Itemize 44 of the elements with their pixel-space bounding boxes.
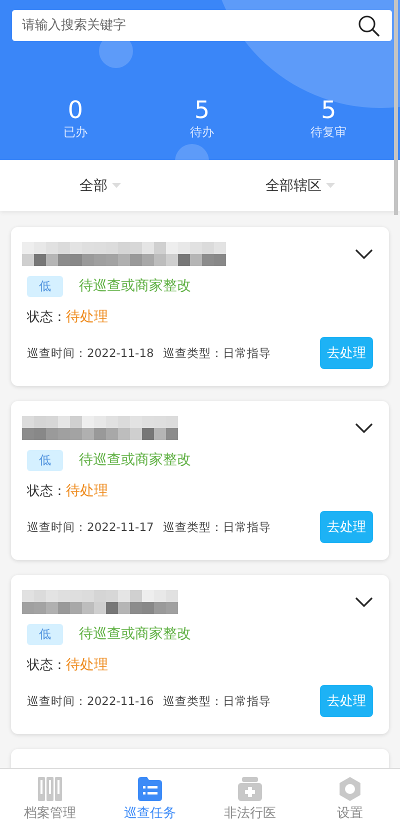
binders-icon bbox=[38, 776, 62, 800]
process-button[interactable]: 去处理 bbox=[320, 337, 373, 369]
tab-item[interactable]: 非法行医 bbox=[200, 769, 300, 829]
stat-label: 待办 bbox=[190, 124, 214, 141]
status-label: 状态： bbox=[27, 657, 66, 674]
status-value: 待处理 bbox=[66, 656, 108, 674]
inspection-time: 巡查时间：2022-11-17 bbox=[27, 520, 154, 534]
settings-icon bbox=[338, 776, 362, 800]
filter-dropdown[interactable]: 全部辖区 bbox=[200, 160, 400, 211]
tab-item[interactable]: 巡查任务 bbox=[100, 769, 200, 829]
priority-tag: 低 bbox=[27, 276, 63, 296]
tab-item[interactable]: 设置 bbox=[300, 769, 400, 829]
process-button[interactable]: 去处理 bbox=[320, 685, 373, 717]
stage-text: 待巡查或商家整改 bbox=[79, 451, 191, 469]
stat-label: 已办 bbox=[63, 124, 88, 141]
inspection-type: 巡查类型：日常指导 bbox=[162, 520, 271, 534]
stage-text: 待巡查或商家整改 bbox=[79, 277, 191, 295]
search-icon[interactable] bbox=[358, 15, 380, 37]
status-label: 状态： bbox=[27, 309, 66, 326]
tab-item[interactable]: 档案管理 bbox=[0, 769, 100, 829]
inspection-time: 巡查时间：2022-11-16 bbox=[27, 694, 154, 708]
process-button[interactable]: 去处理 bbox=[320, 511, 373, 543]
stat-label: 待复审 bbox=[310, 124, 347, 141]
stat-count: 5 bbox=[321, 96, 336, 124]
inspection-type: 巡查类型：日常指导 bbox=[162, 694, 271, 708]
search-field[interactable]: 请输入搜索关键字 bbox=[12, 10, 392, 41]
caret-icon bbox=[112, 183, 120, 188]
medical-kit-icon bbox=[238, 776, 262, 800]
stat-count: 5 bbox=[194, 96, 210, 124]
chevron-down-icon[interactable] bbox=[355, 423, 373, 433]
caret-icon bbox=[326, 183, 334, 188]
stage-text: 待巡查或商家整改 bbox=[79, 625, 191, 643]
chevron-down-icon[interactable] bbox=[355, 249, 373, 259]
inspection-time: 巡查时间：2022-11-18 bbox=[27, 346, 154, 360]
priority-tag: 低 bbox=[27, 624, 63, 644]
status-value: 待处理 bbox=[66, 482, 108, 500]
folder-list-icon bbox=[138, 776, 162, 800]
status-label: 状态： bbox=[27, 483, 66, 500]
priority-tag: 低 bbox=[27, 450, 63, 470]
chevron-down-icon[interactable] bbox=[355, 597, 373, 607]
filter-dropdown[interactable]: 全部 bbox=[0, 160, 200, 211]
stat-count: 0 bbox=[68, 96, 83, 124]
status-value: 待处理 bbox=[66, 308, 108, 326]
inspection-type: 巡查类型：日常指导 bbox=[162, 346, 271, 360]
